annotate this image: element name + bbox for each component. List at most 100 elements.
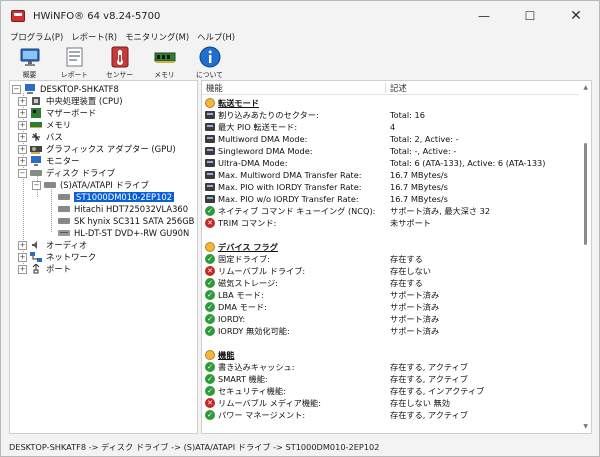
minimize-button[interactable]: — [461,1,507,31]
tree-label-st1000dm010: ST1000DM010-2EP102 [74,192,175,202]
detail-row[interactable]: Max. PIO with IORDY Transfer Rate: 16.7 M… [202,181,574,193]
tree-item-root[interactable]: − DESKTOP-SHKATF8 [12,83,119,95]
detail-row[interactable]: ✓ 磁気ストレージ: 存在する [202,277,574,289]
tree-label-memory: メモリ [46,120,72,130]
vertical-scrollbar[interactable]: ▲ ▼ [579,81,591,433]
detail-row[interactable]: ✓ 固定ドライブ: 存在する [202,253,574,265]
tree-item-disk-drives[interactable]: − ディスク ドライブ [18,167,115,179]
collapse-toggle[interactable]: − [12,84,21,94]
tree-item-dvd[interactable]: HL-DT-ST DVD+-RW GU90N [58,227,189,239]
menu-help[interactable]: ヘルプ(H) [193,31,239,43]
tree-label-sk-hynix: SK hynix SC311 SATA 256GB [74,216,195,226]
detail-row[interactable]: Multiword DMA Mode: Total: 2, Active: - [202,133,574,145]
detail-row[interactable]: ✓ IORDY: サポート済み [202,313,574,325]
collapse-toggle[interactable]: − [32,180,41,190]
expand-toggle[interactable]: + [18,108,27,118]
expand-toggle[interactable]: + [18,252,27,262]
column-divider[interactable] [385,83,386,93]
tree-item-network[interactable]: + ネットワーク [18,251,96,263]
detail-row[interactable]: ✓ IORDY 無効化可能: サポート済み [202,325,574,337]
property-glyph [205,171,215,179]
scroll-thumb[interactable] [584,143,587,245]
column-header-feature[interactable]: 機能 [206,82,223,94]
tree-item-gpu[interactable]: + グラフィックス アダプター (GPU) [18,143,176,155]
feature-value: 16.7 MBytes/s [390,170,448,180]
detail-row[interactable]: Ultra-DMA Mode: Total: 6 (ATA-133), Activ… [202,157,574,169]
property-icon [205,182,215,192]
checkmark-icon: ✓ [205,410,215,420]
detail-row[interactable]: ✓ LBA モード: サポート済み [202,289,574,301]
detail-row[interactable]: Singleword DMA Mode: Total: -, Active: - [202,145,574,157]
tree-item-st1000dm010[interactable]: ST1000DM010-2EP102 [58,191,175,203]
menu-monitoring[interactable]: モニタリング(M) [121,31,193,43]
detail-row[interactable]: ✓ DMA モード: サポート済み [202,301,574,313]
report-button[interactable]: レポート [52,43,97,79]
detail-row[interactable]: ✕ リムーバブル ドライブ: 存在しない [202,265,574,277]
feature-value: サポート済み [390,326,440,336]
menu-report[interactable]: レポート(R) [67,31,121,43]
detail-row[interactable]: ✓ SMART 機能: 存在する, アクティブ [202,373,574,385]
tree-item-ports[interactable]: + ポート [18,263,71,275]
detail-row[interactable]: ✕ リムーバブル メディア機能: 存在しない 無効 [202,397,574,409]
tree-item-audio[interactable]: + オーディオ [18,239,87,251]
tree-item-motherboard[interactable]: + マザーボード [18,107,96,119]
error-glyph: ✕ [205,398,215,408]
summary-button[interactable]: 概要 [7,43,52,79]
tree-item-monitor[interactable]: + モニター [18,155,80,167]
details-list[interactable]: 機能 記述 転送モード 割り込みあたりのセクター: Total: 16 最大 PIO … [201,80,592,434]
feature-label: 割り込みあたりのセクター: [218,110,319,120]
title-bar[interactable]: HWiNFO® 64 v8.24-5700 — ☐ ✕ [1,1,599,31]
detail-row[interactable]: ✕ TRIM コマンド: 未サポート [202,217,574,229]
property-icon [205,158,215,168]
expand-toggle[interactable]: + [18,240,27,250]
detail-row[interactable]: ✓ セキュリティ機能: 存在する, インアクティブ [202,385,574,397]
section-header[interactable]: デバイス フラグ [202,241,574,253]
memory-button[interactable]: メモリ [142,43,187,79]
expand-toggle[interactable]: + [18,144,27,154]
scroll-down-arrow-icon[interactable]: ▼ [583,423,588,430]
device-tree[interactable]: − DESKTOP-SHKATF8 + 中央処理装置 (CPU) + マザーボー… [9,80,198,434]
feature-label: Max. PIO w/o IORDY Transfer Rate: [218,194,359,204]
tree-label-cpu: 中央処理装置 (CPU) [46,96,123,106]
column-header-description[interactable]: 記述 [390,82,407,94]
expand-toggle[interactable]: + [18,132,27,142]
section-header[interactable]: 機能 [202,349,574,361]
tree-label-root: DESKTOP-SHKATF8 [40,84,119,94]
feature-label: SMART 機能: [218,374,268,384]
detail-row[interactable]: 最大 PIO 転送モード: 4 [202,121,574,133]
detail-row[interactable]: Max. Multiword DMA Transfer Rate: 16.7 MB… [202,169,574,181]
tree-item-memory[interactable]: + メモリ [18,119,71,131]
tree-item-sk-hynix[interactable]: SK hynix SC311 SATA 256GB [58,215,194,227]
column-header: 機能 記述 [202,81,591,95]
feature-label: Multiword DMA Mode: [218,134,308,144]
expand-toggle[interactable]: + [18,156,27,166]
tree-item-bus[interactable]: + バス [18,131,63,143]
tree-item-sata-drives[interactable]: − (S)ATA/ATAPI ドライブ [32,179,149,191]
detail-row[interactable]: ✓ 書き込みキャッシュ: 存在する, アクティブ [202,361,574,373]
feature-label: Singleword DMA Mode: [218,146,313,156]
expand-toggle[interactable]: + [18,264,27,274]
expand-toggle[interactable]: + [18,96,27,106]
menu-program[interactable]: プログラム(P) [6,31,67,43]
collapse-toggle[interactable]: − [18,168,27,178]
close-button[interactable]: ✕ [553,1,599,31]
detail-row[interactable]: ✓ パワー マネージメント: 存在する, アクティブ [202,409,574,421]
expand-toggle[interactable]: + [18,120,27,130]
maximize-button[interactable]: ☐ [507,1,553,31]
detail-row[interactable]: ✓ ネイティブ コマンド キューイング (NCQ): サポート済み, 最大深さ 32 [202,205,574,217]
tree-item-hitachi[interactable]: Hitachi HDT725032VLA360 [58,203,188,215]
feature-value: 16.7 MBytes/s [390,194,448,204]
optical-drive-icon [58,228,70,238]
monitor-icon [30,156,42,166]
tree-label-hitachi: Hitachi HDT725032VLA360 [74,204,189,214]
about-button[interactable]: について [187,43,232,79]
tree-item-cpu[interactable]: + 中央処理装置 (CPU) [18,95,122,107]
detail-row[interactable]: Max. PIO w/o IORDY Transfer Rate: 16.7 MB… [202,193,574,205]
scroll-up-arrow-icon[interactable]: ▲ [583,84,588,91]
detail-row[interactable]: 割り込みあたりのセクター: Total: 16 [202,109,574,121]
sensors-button[interactable]: センサー [97,43,142,79]
section-header[interactable]: 転送モード [202,97,574,109]
drive-icon [58,216,70,226]
property-glyph [205,135,215,143]
tree-line [51,184,52,232]
